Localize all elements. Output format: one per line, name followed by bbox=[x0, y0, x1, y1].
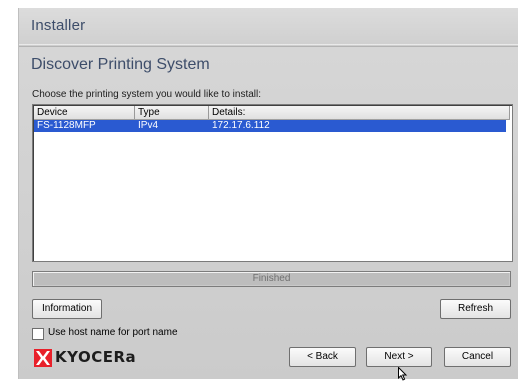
page-title: Discover Printing System bbox=[31, 56, 210, 73]
cell-details: 172.17.6.112 bbox=[212, 120, 270, 131]
window-title: Installer bbox=[31, 17, 86, 34]
header-divider bbox=[19, 44, 518, 47]
cell-device: FS-1128MFP bbox=[37, 120, 96, 131]
use-host-name-checkbox[interactable] bbox=[32, 328, 44, 340]
use-host-name-label[interactable]: Use host name for port name bbox=[48, 327, 178, 338]
cancel-button[interactable]: Cancel bbox=[444, 347, 511, 367]
next-button[interactable]: Next > bbox=[366, 347, 432, 367]
mouse-pointer-icon bbox=[398, 366, 408, 386]
column-header-type[interactable]: Type bbox=[135, 106, 209, 119]
refresh-button[interactable]: Refresh bbox=[440, 299, 511, 319]
list-row-selected[interactable]: FS-1128MFP IPv4 172.17.6.112 bbox=[34, 120, 506, 132]
kyocera-wordmark: KYOCERa bbox=[55, 348, 137, 366]
window-header: Installer bbox=[19, 8, 518, 44]
kyocera-mark-icon bbox=[34, 349, 52, 367]
list-header: Device Type Details: bbox=[34, 106, 510, 120]
cell-type: IPv4 bbox=[138, 120, 159, 131]
instruction-text: Choose the printing system you would lik… bbox=[32, 89, 262, 100]
printing-system-list[interactable]: Device Type Details: FS-1128MFP IPv4 172… bbox=[32, 104, 513, 262]
information-button[interactable]: Information bbox=[32, 299, 102, 319]
column-header-details[interactable]: Details: bbox=[209, 106, 510, 119]
progress-bar: Finished bbox=[32, 271, 511, 287]
column-header-device[interactable]: Device bbox=[34, 106, 135, 119]
installer-window: Installer Discover Printing System Choos… bbox=[18, 8, 518, 379]
back-button[interactable]: < Back bbox=[289, 347, 356, 367]
progress-status-text: Finished bbox=[252, 273, 291, 284]
